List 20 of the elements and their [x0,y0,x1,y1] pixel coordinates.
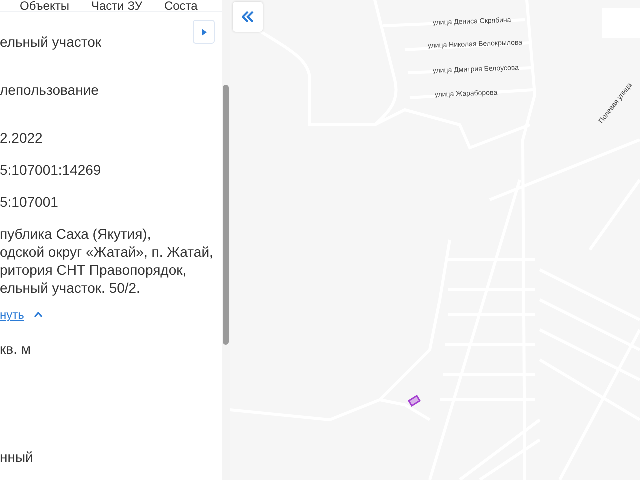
tab[interactable]: Объекты [20,0,70,11]
collapse-link[interactable]: нуть [0,308,44,322]
collapse-panel-button[interactable] [233,2,263,32]
triangle-icon [202,28,206,36]
scrollbar[interactable] [222,0,230,480]
scrollbar-thumb[interactable] [223,85,229,345]
tab[interactable]: Соста [164,0,198,11]
double-chevron-left-icon [242,11,254,23]
field-value: лепользование [0,81,99,99]
chevron-up-icon [34,312,44,318]
field-value: ельный участок [0,33,102,51]
field-value: публика Саха (Якутия), одской округ «Жатай», п. Жатай, ритория СНТ Правопорядок, ельный участок. 50/2. [0,225,214,297]
field-value: 2.2022 [0,129,43,147]
field-value: 5:107001 [0,193,58,211]
field-value: кв. м [0,340,31,358]
scroll-right-button[interactable] [193,20,215,44]
land-plot-outline[interactable] [408,394,422,408]
field-value: нный [0,448,34,466]
tab[interactable]: Части ЗУ [92,0,142,11]
field-value: 5:107001:14269 [0,161,102,179]
